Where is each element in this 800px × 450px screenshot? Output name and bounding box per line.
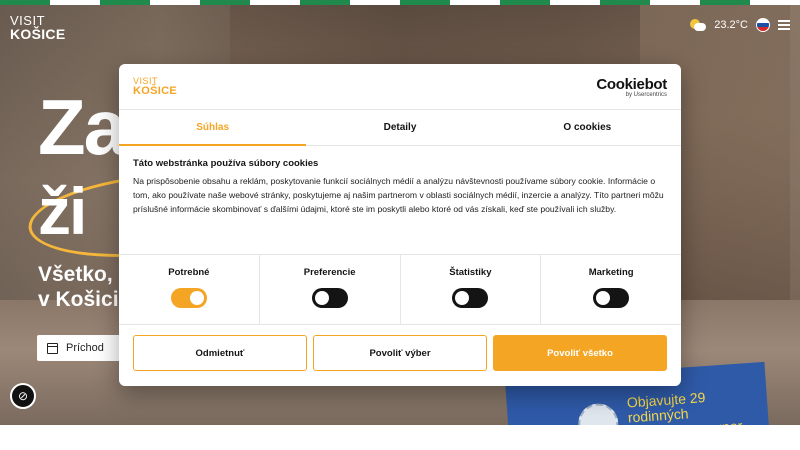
cookie-consent-dialog: VISIT KOŠICE Cookiebot by Usercentrics S… bbox=[119, 64, 681, 386]
dialog-title: Táto webstránka používa súbory cookies bbox=[133, 158, 319, 169]
toggle-marketing-label: Marketing bbox=[588, 267, 634, 278]
arrival-date-field[interactable]: Príchod bbox=[37, 335, 127, 361]
tab-consent[interactable]: Súhlas bbox=[119, 110, 307, 146]
tab-about-cookies[interactable]: O cookies bbox=[494, 110, 681, 145]
toggle-statistics: Štatistiky bbox=[401, 255, 542, 324]
cookiebot-name: Cookiebot bbox=[596, 75, 667, 93]
dialog-site-logo: VISIT KOŠICE bbox=[133, 76, 177, 97]
dialog-header: VISIT KOŠICE Cookiebot by Usercentrics bbox=[119, 64, 681, 110]
dialog-tabs: Súhlas Detaily O cookies bbox=[119, 110, 681, 146]
toggle-necessary: Potrebné bbox=[119, 255, 260, 324]
deny-button[interactable]: Odmietnuť bbox=[133, 335, 307, 371]
toggle-necessary-switch[interactable] bbox=[170, 288, 207, 308]
toggle-statistics-label: Štatistiky bbox=[449, 267, 492, 278]
hero-headline-line2: ži bbox=[38, 174, 87, 249]
calendar-icon bbox=[47, 342, 58, 354]
switch-knob bbox=[314, 291, 329, 305]
hero-headline-line1: Za bbox=[38, 83, 127, 171]
temperature: 23.2°C bbox=[714, 19, 748, 31]
weather-icon bbox=[690, 19, 707, 31]
dialog-body: Táto webstránka používa súbory cookies N… bbox=[119, 146, 681, 255]
switch-knob bbox=[189, 291, 204, 305]
arrival-date-label: Príchod bbox=[66, 342, 104, 354]
toggle-preferences-label: Preferencie bbox=[303, 267, 356, 278]
allow-selection-button[interactable]: Povoliť výber bbox=[313, 335, 487, 371]
hero-headline: Za ži bbox=[38, 83, 127, 249]
toggle-necessary-label: Potrebné bbox=[168, 267, 210, 278]
tab-details[interactable]: Detaily bbox=[306, 110, 493, 145]
toggle-statistics-switch[interactable] bbox=[452, 288, 489, 308]
toggle-marketing-switch[interactable] bbox=[593, 288, 630, 308]
accessibility-eye-icon[interactable]: ⊘ bbox=[10, 383, 36, 409]
top-stripe bbox=[0, 0, 800, 5]
allow-all-button[interactable]: Povoliť všetko bbox=[493, 335, 667, 371]
dialog-logo-city: KOŠICE bbox=[133, 84, 177, 97]
menu-icon[interactable] bbox=[778, 20, 790, 30]
switch-knob bbox=[455, 291, 470, 305]
dialog-actions: Odmietnuť Povoliť výber Povoliť všetko bbox=[119, 325, 681, 381]
cookiebot-logo[interactable]: Cookiebot by Usercentrics bbox=[596, 76, 667, 98]
consent-toggles: Potrebné Preferencie Štatistiky Marketin… bbox=[119, 255, 681, 325]
language-flag-icon[interactable] bbox=[756, 18, 770, 32]
logo-city-text: KOŠICE bbox=[10, 26, 66, 42]
header-tools: 23.2°C bbox=[690, 18, 790, 32]
toggle-preferences: Preferencie bbox=[260, 255, 401, 324]
toggle-preferences-switch[interactable] bbox=[311, 288, 348, 308]
dialog-description: Na prispôsobenie obsahu a reklám, poskyt… bbox=[133, 176, 664, 214]
toggle-marketing: Marketing bbox=[541, 255, 681, 324]
switch-knob bbox=[596, 291, 611, 305]
site-logo[interactable]: VISIT KOŠICE bbox=[10, 14, 65, 41]
page-bottom-strip bbox=[0, 425, 800, 450]
